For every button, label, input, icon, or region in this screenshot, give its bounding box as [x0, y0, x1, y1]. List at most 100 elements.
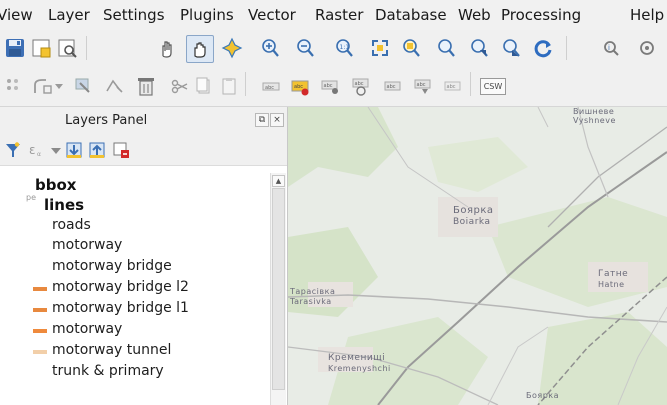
chevron-down-icon[interactable]	[52, 73, 66, 99]
measure-icon[interactable]	[634, 35, 660, 61]
scroll-up-button[interactable]: ▲	[272, 175, 285, 187]
map-label: Vyshneve	[573, 116, 616, 125]
layer-row[interactable]: motorway bridge	[0, 257, 270, 277]
menu-settings[interactable]: Settings	[103, 6, 165, 24]
svg-text:abc: abc	[355, 81, 364, 87]
expand-all-icon[interactable]	[65, 141, 83, 159]
menu-database[interactable]: Database	[375, 6, 447, 24]
filter-icon[interactable]	[4, 141, 22, 159]
digitize-point-icon[interactable]	[2, 73, 28, 99]
svg-text:i: i	[608, 44, 610, 52]
svg-text:abc: abc	[324, 83, 333, 89]
map-label: Кременищі	[328, 353, 386, 363]
zoom-next-icon[interactable]	[498, 35, 524, 61]
digitizing-label-toolbar: abc abc abc abc abc abc abc CSW	[0, 66, 667, 107]
layer-label: motorway bridge	[52, 258, 172, 274]
delete-icon[interactable]	[133, 73, 159, 99]
map-label: Боярка	[453, 205, 494, 216]
layer-row[interactable]: motorway	[0, 320, 270, 340]
map-label: Тарасівка	[290, 287, 336, 296]
layer-tree: bbox ре lines roads motorway motorway br…	[0, 166, 270, 405]
label-show-icon[interactable]: abc	[410, 73, 436, 99]
layers-panel-title: Layers Panel	[65, 113, 148, 128]
map-canvas[interactable]: Боярка Boiarka Тарасівка Tarasivka Гатне…	[288, 107, 667, 405]
label-rotate-icon[interactable]: abc	[348, 73, 374, 99]
vertex-tool-icon[interactable]	[70, 73, 96, 99]
zoom-in-icon[interactable]	[257, 35, 283, 61]
map-label: Вишневе	[573, 107, 615, 116]
copy-icon[interactable]	[190, 73, 216, 99]
menu-layer[interactable]: Layer	[48, 6, 90, 24]
save-project-icon[interactable]	[2, 35, 28, 61]
layers-panel-toolbar: εα	[0, 135, 287, 166]
line-style-swatch	[33, 287, 47, 291]
layers-panel-header: Layers Panel ⧉ ×	[0, 107, 287, 135]
label-move-icon[interactable]: abc	[318, 73, 344, 99]
menu-view[interactable]: View	[0, 6, 33, 24]
identify-icon[interactable]: i	[598, 35, 624, 61]
layer-label: motorway	[52, 237, 123, 253]
pan-map-icon[interactable]	[186, 35, 214, 63]
collapse-all-icon[interactable]	[88, 141, 106, 159]
zoom-to-selection-icon[interactable]	[398, 35, 424, 61]
layer-row[interactable]: motorway tunnel	[0, 341, 270, 361]
paste-icon[interactable]	[216, 73, 242, 99]
new-print-layout-icon[interactable]	[28, 35, 54, 61]
toolbar-separator	[245, 72, 246, 96]
layer-label: bbox	[35, 176, 77, 194]
zoom-native-icon[interactable]: 1:1	[331, 35, 357, 61]
layer-row[interactable]: bbox	[0, 175, 270, 195]
toolbar-separator	[566, 36, 567, 60]
map-navigation-toolbar: 1:1 i	[0, 30, 667, 66]
menu-plugins[interactable]: Plugins	[180, 6, 234, 24]
layer-label: motorway	[52, 321, 123, 337]
svg-text:ε: ε	[29, 143, 36, 157]
layer-label: motorway bridge l2	[52, 279, 189, 295]
toolbar-separator	[470, 72, 471, 96]
label-icon[interactable]: abc	[258, 73, 284, 99]
zoom-to-layer-icon[interactable]	[433, 35, 459, 61]
layer-row[interactable]: motorway bridge l1	[0, 299, 270, 319]
layer-row[interactable]: roads	[0, 216, 270, 236]
layer-row[interactable]: motorway bridge l2	[0, 278, 270, 298]
pan-to-selection-icon[interactable]	[219, 35, 245, 61]
remove-layer-icon[interactable]	[112, 141, 130, 159]
label-extra-icon[interactable]: abc	[440, 73, 466, 99]
menu-vector[interactable]: Vector	[248, 6, 296, 24]
filter-legend-icon[interactable]: εα	[28, 141, 48, 159]
line-style-swatch	[33, 350, 47, 354]
map-label: Kremenyshchi	[328, 364, 391, 373]
map-label: Tarasivka	[290, 297, 332, 306]
layers-panel: Layers Panel ⧉ × εα bbox ре lines roads …	[0, 107, 288, 405]
zoom-out-icon[interactable]	[292, 35, 318, 61]
menu-help[interactable]: Help	[630, 6, 664, 24]
map-label: Boiarka	[453, 217, 491, 227]
touch-pan-icon[interactable]	[154, 35, 180, 61]
zoom-full-icon[interactable]	[367, 35, 393, 61]
refresh-icon[interactable]	[530, 35, 556, 61]
svg-text:abc: abc	[417, 82, 426, 88]
menu-web[interactable]: Web	[458, 6, 491, 24]
map-label: Hatne	[598, 280, 625, 289]
layer-label: roads	[52, 217, 91, 233]
scroll-thumb[interactable]	[272, 188, 285, 390]
close-panel-button[interactable]: ×	[270, 113, 284, 127]
move-feature-icon[interactable]	[101, 73, 127, 99]
zoom-last-icon[interactable]	[466, 35, 492, 61]
layer-label: motorway tunnel	[52, 342, 172, 358]
label-change-icon[interactable]: abc	[380, 73, 406, 99]
float-panel-button[interactable]: ⧉	[255, 113, 269, 127]
layer-row[interactable]: motorway	[0, 236, 270, 256]
menu-processing[interactable]: Processing	[501, 6, 581, 24]
chevron-down-icon[interactable]	[50, 141, 62, 159]
label-pin-icon[interactable]: abc	[288, 73, 314, 99]
layer-row[interactable]: ре lines	[0, 193, 270, 215]
csw-icon[interactable]: CSW	[478, 73, 508, 99]
toolbar-separator	[86, 36, 87, 60]
map-label: Гатне	[598, 269, 629, 279]
layer-row[interactable]: trunk & primary	[0, 362, 270, 382]
layer-label: lines	[44, 196, 85, 214]
group-marker-icon: ре	[26, 193, 36, 202]
layout-manager-icon[interactable]	[54, 35, 80, 61]
menu-raster[interactable]: Raster	[315, 6, 363, 24]
